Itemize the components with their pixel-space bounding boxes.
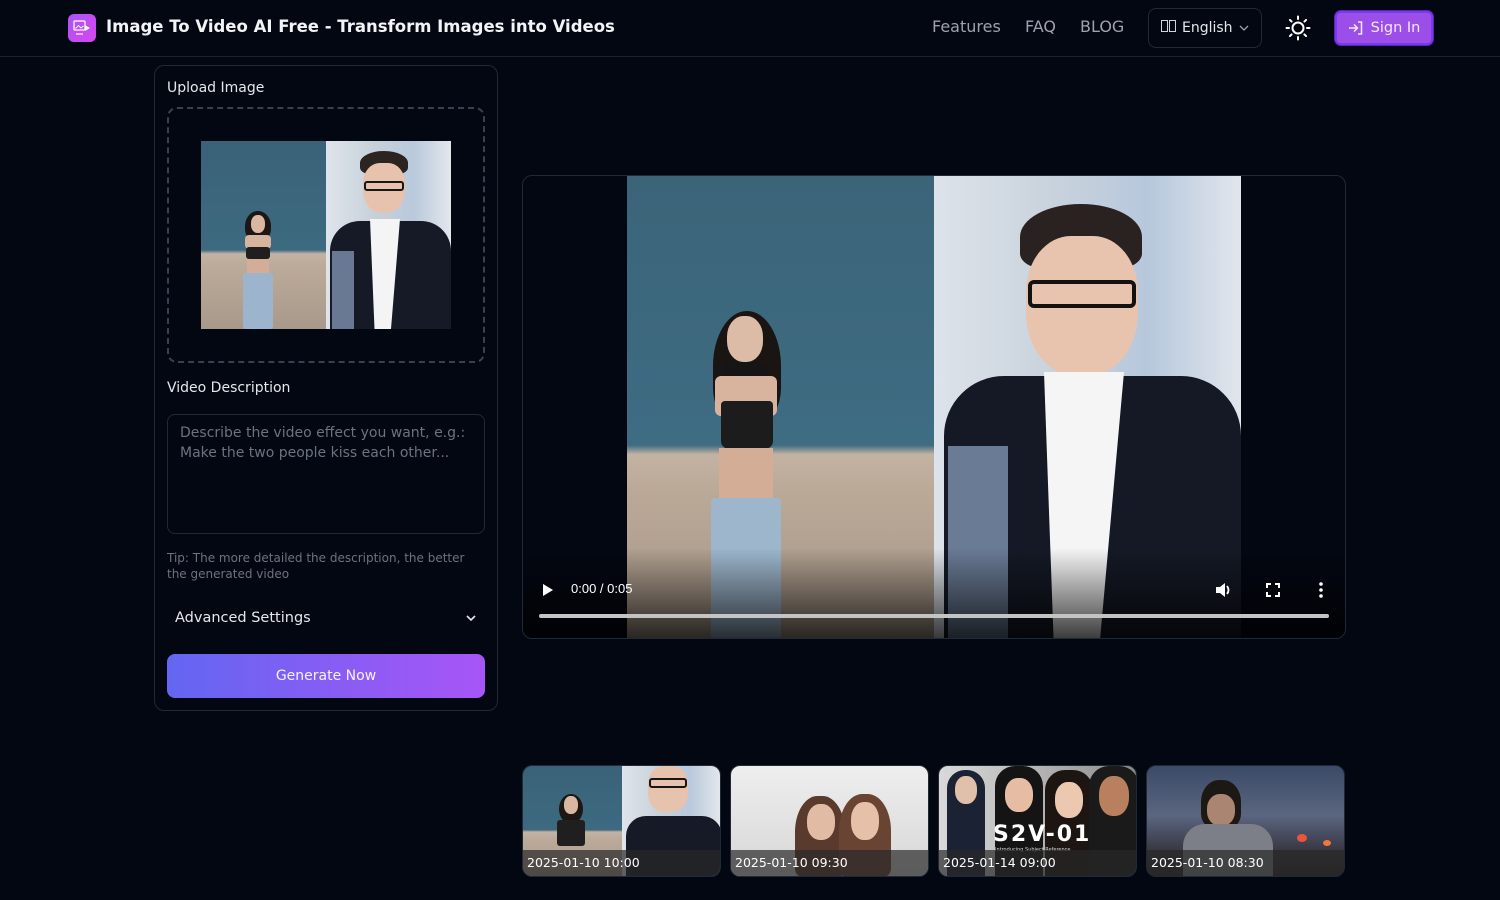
video-player[interactable]: 0:00 / 0:05 — [522, 175, 1346, 639]
top-navbar: Image To Video AI Free - Transform Image… — [0, 0, 1500, 57]
image-to-video-icon — [73, 20, 90, 35]
generation-form-panel: Upload Image Video Description Tip: Th — [154, 65, 498, 711]
gallery-item-timestamp: 2025-01-10 09:30 — [731, 850, 928, 876]
gallery-overlay-title: S2V-01 — [993, 822, 1092, 847]
more-options-button[interactable] — [1311, 580, 1331, 600]
play-button[interactable] — [539, 581, 557, 599]
fullscreen-button[interactable] — [1263, 580, 1283, 600]
more-vertical-icon — [1319, 582, 1323, 598]
sign-in-icon — [1348, 21, 1362, 35]
gallery-item[interactable]: S2V-01 Introducing Subject Reference 202… — [938, 765, 1137, 877]
gallery-item-timestamp: 2025-01-10 10:00 — [523, 850, 720, 876]
video-description-input[interactable] — [167, 414, 485, 534]
volume-icon — [1216, 583, 1230, 597]
gallery-item-timestamp: 2025-01-10 08:30 — [1147, 850, 1344, 876]
chevron-down-icon — [1239, 25, 1249, 31]
video-progress-bar[interactable] — [539, 614, 1329, 618]
advanced-settings-label: Advanced Settings — [175, 610, 311, 626]
theme-toggle-button[interactable] — [1284, 14, 1312, 42]
language-selector[interactable]: English — [1148, 8, 1262, 48]
uploaded-image-preview — [201, 141, 451, 329]
volume-button[interactable] — [1213, 580, 1235, 600]
site-title: Image To Video AI Free - Transform Image… — [106, 17, 615, 36]
gallery-item[interactable]: 2025-01-10 09:30 — [730, 765, 929, 877]
description-tip: Tip: The more detailed the description, … — [167, 551, 465, 581]
image-upload-dropzone[interactable] — [167, 107, 485, 363]
nav-blog[interactable]: BLOG — [1080, 17, 1124, 36]
logo[interactable] — [68, 14, 96, 42]
upload-image-label: Upload Image — [167, 80, 265, 96]
gallery-item[interactable]: 2025-01-10 10:00 — [522, 765, 721, 877]
language-label: English — [1182, 20, 1233, 36]
flag-icon — [1161, 20, 1177, 36]
video-time: 0:00 / 0:05 — [571, 581, 633, 596]
play-icon — [543, 584, 553, 596]
fullscreen-icon — [1266, 583, 1280, 597]
sign-in-button[interactable]: Sign In — [1335, 11, 1433, 45]
video-description-label: Video Description — [167, 380, 291, 396]
gallery-item[interactable]: 2025-01-10 08:30 — [1146, 765, 1345, 877]
sun-icon — [1285, 15, 1311, 41]
chevron-down-icon — [466, 615, 476, 622]
nav-features[interactable]: Features — [932, 17, 1001, 36]
advanced-settings-toggle[interactable]: Advanced Settings — [167, 602, 485, 634]
sign-in-label: Sign In — [1370, 20, 1421, 36]
gallery-item-timestamp: 2025-01-14 09:00 — [939, 850, 1136, 876]
generate-now-button[interactable]: Generate Now — [167, 654, 485, 698]
nav-faq[interactable]: FAQ — [1025, 17, 1056, 36]
